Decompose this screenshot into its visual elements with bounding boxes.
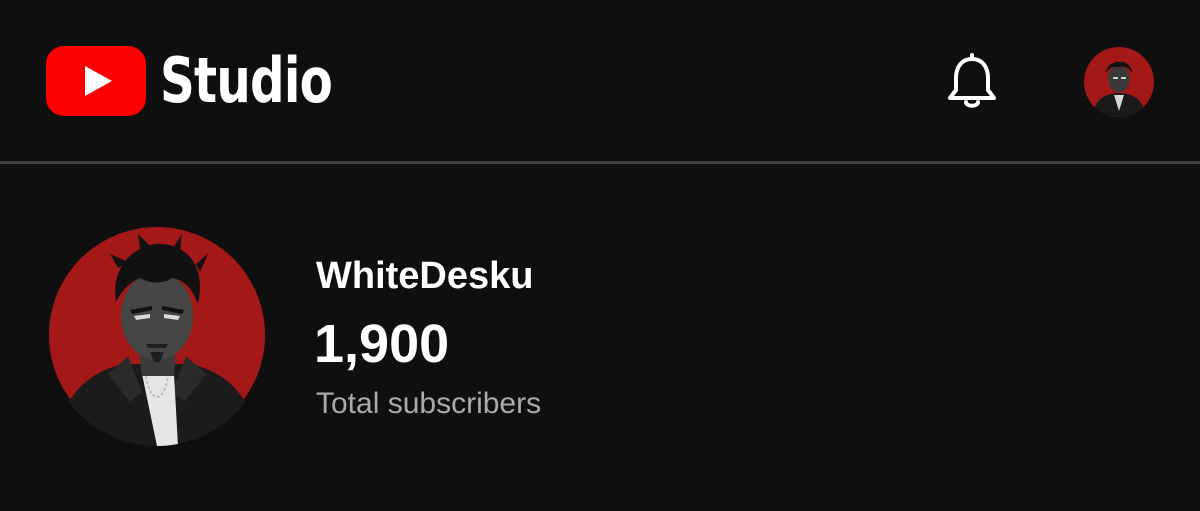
channel-avatar[interactable]: [46, 224, 268, 446]
account-avatar[interactable]: [1084, 47, 1154, 117]
subscriber-label: Total subscribers: [316, 387, 542, 420]
top-bar: Studio: [0, 0, 1200, 162]
studio-logo[interactable]: Studio: [46, 44, 381, 118]
youtube-play-icon: [46, 46, 146, 116]
subscriber-count: 1,900: [314, 314, 450, 374]
notifications-button[interactable]: [940, 50, 1004, 114]
studio-app: Studio WhiteDesku 1,900 Total subscriber…: [0, 0, 1200, 511]
channel-avatar-image: [46, 224, 268, 446]
bell-icon: [948, 53, 996, 108]
header-divider: [0, 161, 1200, 164]
avatar: [1084, 47, 1154, 117]
studio-logo-text: Studio: [160, 44, 333, 117]
channel-name: WhiteDesku: [316, 255, 534, 297]
